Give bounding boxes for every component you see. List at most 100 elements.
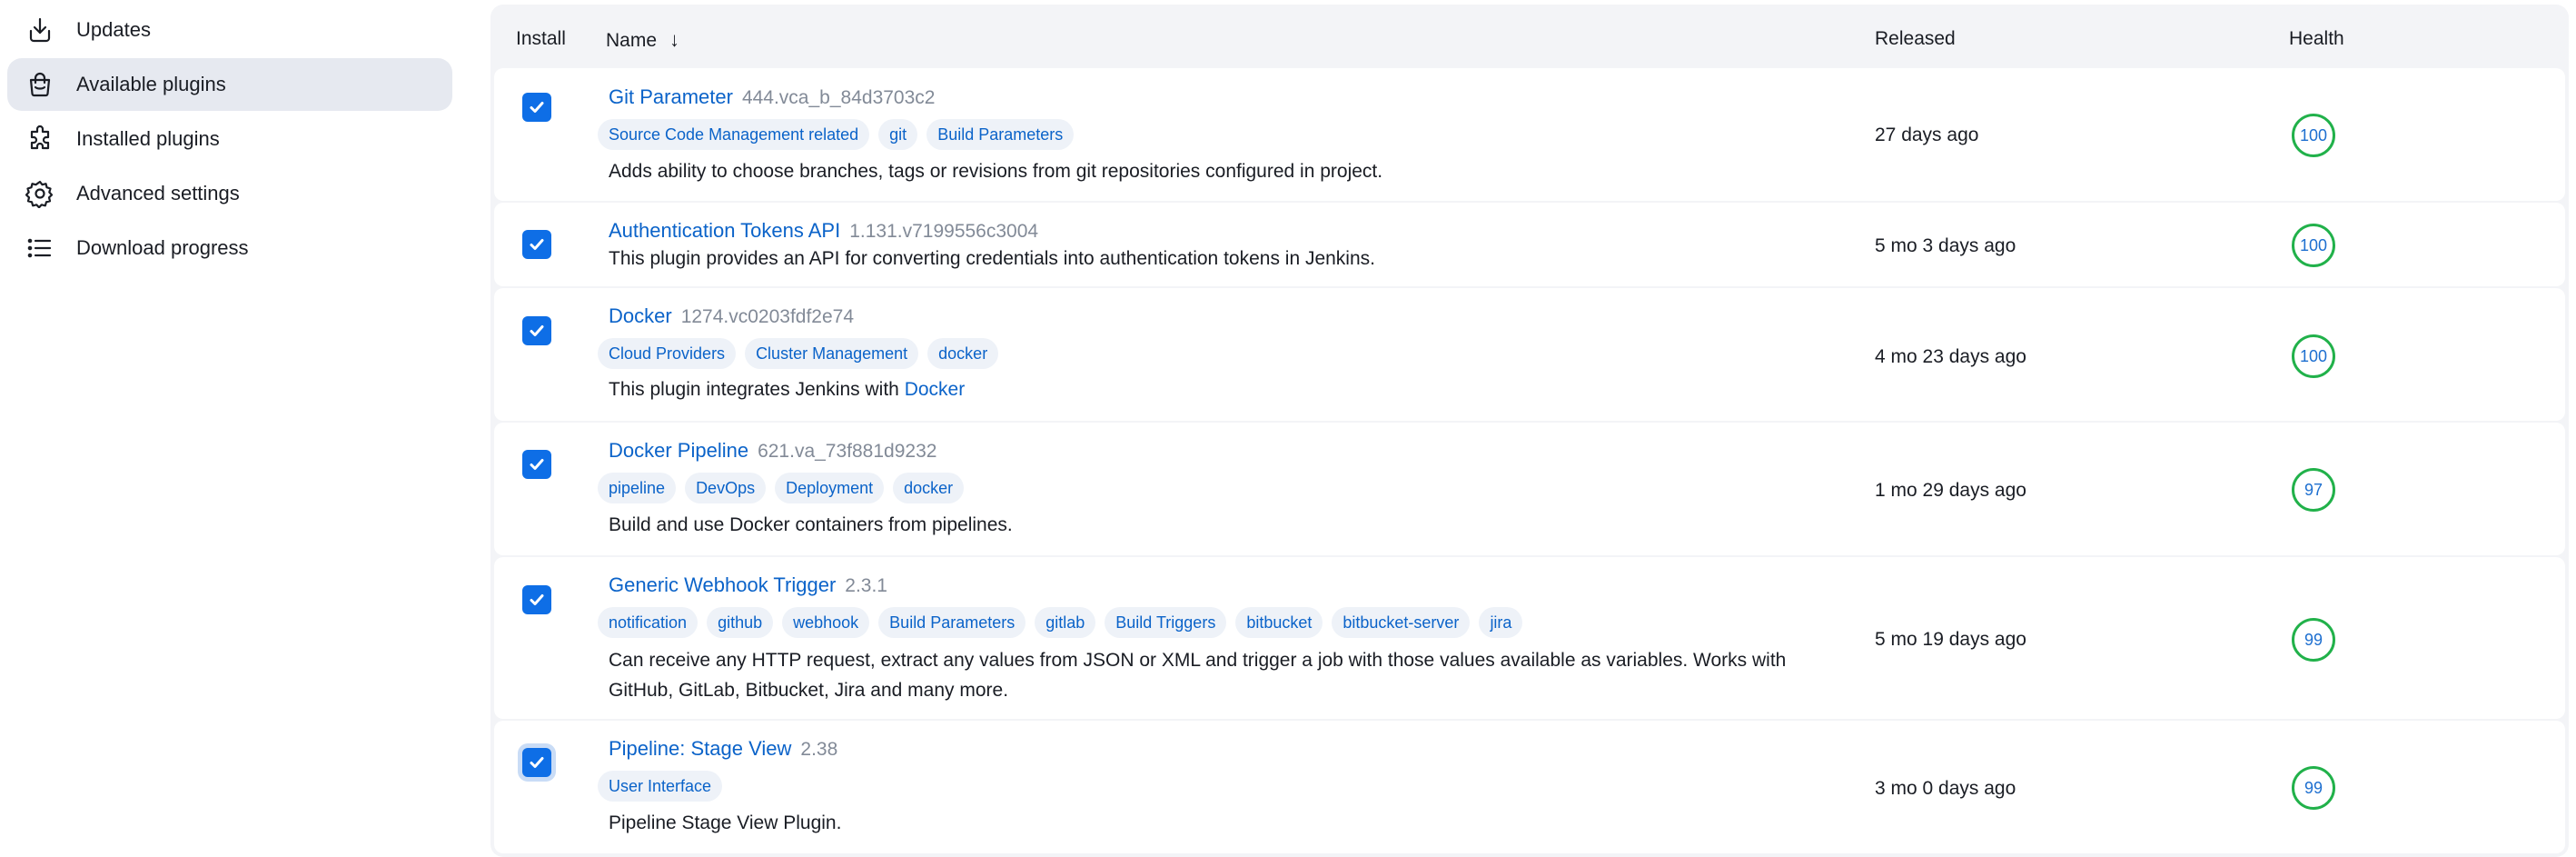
- table-row: Pipeline: Stage View 2.38 User Interface …: [494, 721, 2565, 853]
- download-icon: [24, 14, 56, 46]
- health-score-badge: 97: [2292, 468, 2335, 512]
- plugin-version: 1274.vc0203fdf2e74: [680, 306, 855, 327]
- plugin-name-link[interactable]: Docker: [609, 304, 672, 327]
- plugin-description: Adds ability to choose branches, tags or…: [609, 161, 1383, 182]
- plugin-version: 444.vca_b_84d3703c2: [741, 87, 936, 108]
- column-header-name-label: Name: [606, 30, 658, 51]
- plugin-version: 1.131.v7199556c3004: [849, 221, 1039, 242]
- table-row: Docker Pipeline 621.va_73f881d9232 pipeli…: [494, 423, 2565, 555]
- released-date: 5 mo 19 days ago: [1875, 629, 2026, 650]
- plugin-tag[interactable]: bitbucket: [1235, 607, 1323, 638]
- puzzle-icon: [24, 123, 56, 155]
- plugin-tag[interactable]: webhook: [782, 607, 870, 638]
- plugin-tag[interactable]: Deployment: [775, 473, 885, 503]
- docker-link[interactable]: Docker: [905, 379, 966, 400]
- plugin-description: Can receive any HTTP request, extract an…: [609, 645, 1786, 705]
- plugin-tag[interactable]: git: [878, 119, 918, 150]
- plugin-tag[interactable]: docker: [927, 338, 999, 369]
- plugin-tags: Cloud Providers Cluster Management docke…: [598, 338, 999, 369]
- released-date: 5 mo 3 days ago: [1875, 235, 2016, 256]
- plugin-tag[interactable]: docker: [893, 473, 965, 503]
- sidebar-item-advanced-settings[interactable]: Advanced settings: [7, 167, 452, 220]
- check-icon: [530, 459, 544, 470]
- plugin-tag[interactable]: Cloud Providers: [598, 338, 737, 369]
- plugin-tags: User Interface: [598, 771, 723, 802]
- check-icon: [530, 325, 544, 336]
- health-score-badge: 99: [2292, 766, 2335, 810]
- table-row: Docker 1274.vc0203fdf2e74 Cloud Providers…: [494, 288, 2565, 421]
- sidebar-item-updates[interactable]: Updates: [7, 4, 452, 56]
- sidebar-item-label: Installed plugins: [76, 127, 220, 150]
- plugin-tag[interactable]: Build Parameters: [926, 119, 1075, 150]
- plugin-tags: Source Code Management related git Build…: [598, 119, 1075, 150]
- plugin-tag[interactable]: Source Code Management related: [598, 119, 870, 150]
- table-header: Install Name ↓ Released Health: [490, 5, 2569, 68]
- plugin-description: Build and use Docker containers from pip…: [609, 514, 1013, 535]
- sidebar-item-installed-plugins[interactable]: Installed plugins: [7, 113, 452, 165]
- plugin-tag[interactable]: Build Parameters: [878, 607, 1026, 638]
- plugin-tag[interactable]: bitbucket-server: [1332, 607, 1471, 638]
- shopping-bag-icon: [24, 68, 56, 101]
- install-checkbox[interactable]: [522, 230, 551, 259]
- table-row: Authentication Tokens API 1.131.v7199556c…: [494, 203, 2565, 286]
- plugin-description: This plugin integrates Jenkins with Dock…: [609, 374, 965, 404]
- plugin-name-line: Authentication Tokens API 1.131.v7199556c…: [609, 219, 1038, 243]
- table-row: Git Parameter 444.vca_b_84d3703c2 Source …: [494, 68, 2565, 201]
- health-score-badge: 100: [2292, 224, 2335, 267]
- plugin-tag[interactable]: pipeline: [598, 473, 677, 503]
- plugin-version: 2.3.1: [845, 575, 887, 596]
- sort-descending-icon: ↓: [669, 28, 680, 51]
- plugin-tags: notification github webhook Build Parame…: [598, 607, 1523, 638]
- install-checkbox[interactable]: [522, 93, 551, 122]
- install-checkbox[interactable]: [522, 585, 551, 614]
- column-header-install: Install: [516, 28, 566, 49]
- plugin-name-link[interactable]: Generic Webhook Trigger: [609, 573, 836, 596]
- plugin-tag[interactable]: github: [707, 607, 774, 638]
- plugin-name-line: Pipeline: Stage View 2.38: [609, 737, 837, 761]
- health-score-badge: 99: [2292, 618, 2335, 662]
- plugin-version: 621.va_73f881d9232: [758, 441, 937, 462]
- sidebar: Updates Available plugins Installed plug…: [7, 4, 452, 276]
- plugin-tag[interactable]: notification: [598, 607, 698, 638]
- sidebar-item-label: Advanced settings: [76, 182, 240, 204]
- plugin-description: Pipeline Stage View Plugin.: [609, 812, 842, 833]
- check-icon: [530, 594, 544, 605]
- sidebar-item-download-progress[interactable]: Download progress: [7, 222, 452, 274]
- plugin-name-link[interactable]: Docker Pipeline: [609, 439, 748, 462]
- plugins-table: Install Name ↓ Released Health Git Parame…: [490, 5, 2569, 857]
- plugin-tags: pipeline DevOps Deployment docker: [598, 473, 965, 503]
- plugin-description-text: This plugin integrates Jenkins with: [609, 379, 899, 400]
- plugin-tag[interactable]: DevOps: [685, 473, 767, 503]
- released-date: 1 mo 29 days ago: [1875, 480, 2026, 501]
- released-date: 4 mo 23 days ago: [1875, 346, 2026, 367]
- plugin-tag[interactable]: User Interface: [598, 771, 723, 802]
- plugin-description: This plugin provides an API for converti…: [609, 248, 1375, 269]
- column-header-name[interactable]: Name ↓: [606, 28, 679, 52]
- install-checkbox[interactable]: [522, 316, 551, 345]
- plugin-name-link[interactable]: Pipeline: Stage View: [609, 737, 791, 760]
- plugin-name-link[interactable]: Git Parameter: [609, 85, 733, 108]
- sidebar-item-available-plugins[interactable]: Available plugins: [7, 58, 452, 111]
- plugin-tag[interactable]: Cluster Management: [745, 338, 919, 369]
- check-icon: [530, 757, 544, 768]
- check-icon: [530, 102, 544, 113]
- plugin-version: 2.38: [800, 739, 838, 760]
- health-score-badge: 100: [2292, 334, 2335, 378]
- health-score-badge: 100: [2292, 114, 2335, 157]
- released-date: 27 days ago: [1875, 125, 1979, 145]
- check-icon: [530, 239, 544, 250]
- released-date: 3 mo 0 days ago: [1875, 778, 2016, 799]
- sidebar-item-label: Available plugins: [76, 73, 226, 95]
- plugin-tag[interactable]: jira: [1479, 607, 1523, 638]
- plugin-name-link[interactable]: Authentication Tokens API: [609, 219, 840, 242]
- plugin-name-line: Generic Webhook Trigger 2.3.1: [609, 573, 887, 597]
- plugin-tag[interactable]: Build Triggers: [1105, 607, 1227, 638]
- plugin-tag[interactable]: gitlab: [1035, 607, 1096, 638]
- table-row: Generic Webhook Trigger 2.3.1 notificatio…: [494, 557, 2565, 719]
- install-checkbox[interactable]: [522, 748, 551, 777]
- plugin-description-line: Can receive any HTTP request, extract an…: [609, 650, 1787, 671]
- plugin-name-line: Docker Pipeline 621.va_73f881d9232: [609, 439, 936, 463]
- sidebar-item-label: Download progress: [76, 236, 249, 259]
- install-checkbox[interactable]: [522, 450, 551, 479]
- gear-icon: [24, 177, 56, 210]
